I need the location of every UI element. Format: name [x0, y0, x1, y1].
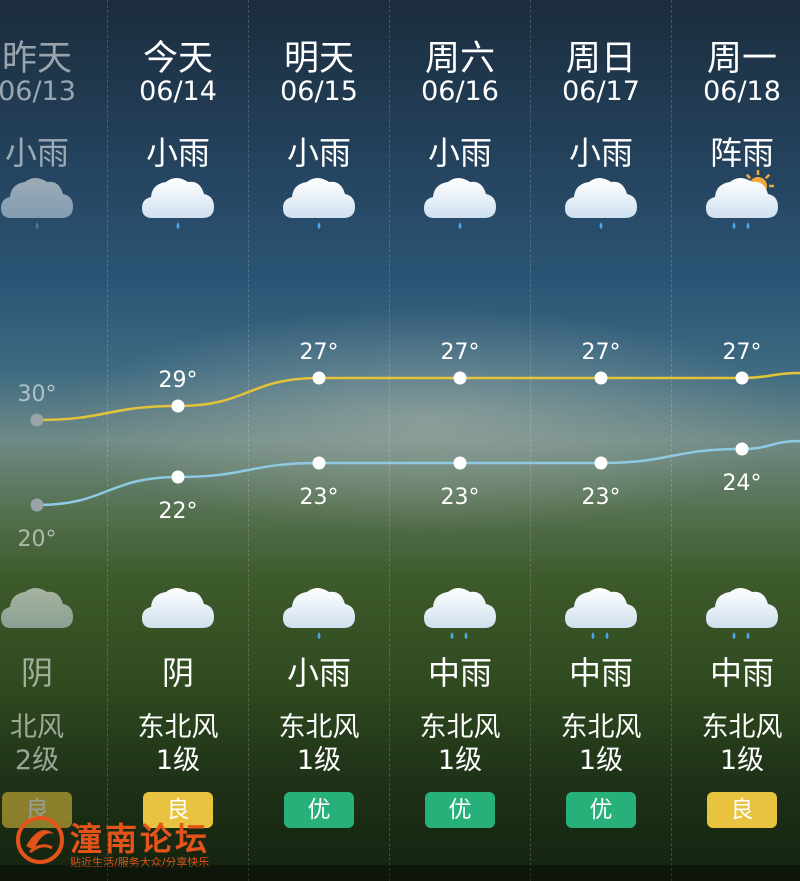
temperature-chart: 30° 20° 29° 22° 27° 23° 27° 23° 27° 23° 27° 24°: [18, 340, 800, 552]
low-temp-label: 23°: [441, 485, 480, 510]
high-temp-label: 27°: [723, 340, 762, 365]
low-temp-label: 20°: [18, 527, 57, 552]
high-temp-point: [594, 371, 608, 385]
high-temp-point: [312, 371, 326, 385]
high-temp-point: [453, 371, 467, 385]
high-temp-point: [735, 371, 749, 385]
low-temp-point: [453, 456, 467, 470]
high-temp-label: 27°: [582, 340, 621, 365]
high-temp-label: 27°: [300, 340, 339, 365]
forum-logo-icon: [16, 816, 64, 864]
low-temp-label: 23°: [300, 485, 339, 510]
low-temp-point: [30, 498, 44, 512]
low-temp-point: [171, 470, 185, 484]
high-temp-line: [36, 371, 800, 422]
high-temp-point: [30, 413, 44, 427]
high-temp-point: [171, 399, 185, 413]
low-temp-line: [36, 439, 800, 507]
low-temp-label: 24°: [723, 471, 762, 496]
low-temp-point: [735, 442, 749, 456]
low-temp-label: 23°: [582, 485, 621, 510]
low-temp-point: [594, 456, 608, 470]
low-temp-point: [312, 456, 326, 470]
high-temp-label: 30°: [18, 382, 57, 407]
low-temp-label: 22°: [159, 499, 198, 524]
forum-watermark: 潼南论坛 贴近生活/服务大众/分享快乐: [12, 810, 252, 872]
bottom-edge: [0, 865, 800, 881]
high-temp-label: 29°: [159, 368, 198, 393]
high-temp-label: 27°: [441, 340, 480, 365]
